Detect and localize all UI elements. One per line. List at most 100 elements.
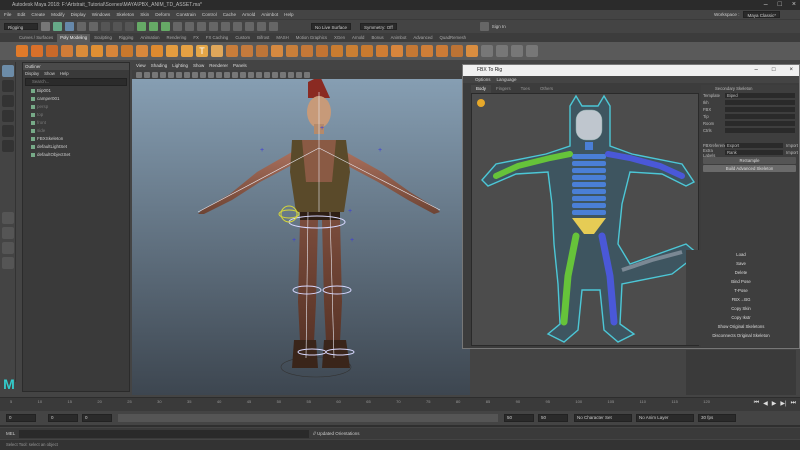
outliner-item[interactable]: front — [31, 119, 129, 127]
tab-body[interactable]: Body — [471, 85, 492, 93]
viewport-menu-renderer[interactable]: Renderer — [209, 62, 228, 70]
shelf-tab-fx[interactable]: FX — [190, 34, 202, 42]
select-component-icon[interactable] — [125, 22, 134, 31]
rig-action-button[interactable]: Save — [688, 260, 794, 268]
poly-sphere-icon[interactable] — [16, 45, 28, 57]
outliner-item[interactable]: Bip001 — [31, 87, 129, 95]
outliner-item[interactable]: FBXSkeleton — [31, 135, 129, 143]
shelf-tab-quadremesh[interactable]: QuadRemesh — [437, 34, 470, 42]
shelf-tab-sculpting[interactable]: Sculpting — [91, 34, 115, 42]
select-hierarchy-icon[interactable] — [101, 22, 110, 31]
menu-item-skin[interactable]: Skin — [140, 12, 149, 17]
render-view-icon[interactable] — [245, 22, 254, 31]
shelf-tab-arnold[interactable]: Arnold — [349, 34, 367, 42]
menu-item-arnold[interactable]: Arnold — [242, 12, 255, 17]
smooth-icon[interactable] — [256, 45, 268, 57]
snap-surface-icon[interactable] — [173, 22, 182, 31]
menu-item-edit[interactable]: Edit — [17, 12, 25, 17]
live-surface-dropdown[interactable]: No Live Surface — [311, 23, 352, 30]
quad-draw-icon[interactable] — [421, 45, 433, 57]
rig-action-button[interactable]: FBX→BG — [688, 296, 794, 304]
viewport-menu-view[interactable]: View — [136, 62, 146, 70]
symmetry-dropdown[interactable]: Symmetry: Off — [360, 23, 397, 30]
multi-cut-icon[interactable] — [376, 45, 388, 57]
smooth-shade-icon[interactable] — [224, 71, 230, 78]
rig-action-button[interactable]: Copy Skin — [688, 305, 794, 313]
menu-item-deform[interactable]: Deform — [155, 12, 170, 17]
shelf-tab-custom[interactable]: Custom — [232, 34, 253, 42]
rig-action-button[interactable]: Load — [688, 251, 794, 259]
target-weld-icon[interactable] — [391, 45, 403, 57]
maximize-icon[interactable]: □ — [778, 0, 782, 10]
time-slider[interactable]: 5 10 15 20 25 30 35 40 45 50 55 60 65 70 75 80 85 90 95 100… — [0, 397, 800, 411]
poly-cone-icon[interactable] — [61, 45, 73, 57]
render-settings-icon[interactable] — [221, 22, 230, 31]
xray-components-icon[interactable] — [304, 71, 310, 78]
user-icon[interactable] — [479, 22, 489, 31]
extra-labels-dropdown[interactable]: Rank — [725, 150, 784, 155]
snap-point-icon[interactable] — [161, 22, 170, 31]
extra-labels-import-button[interactable]: Import — [786, 150, 798, 155]
rig-minimize-icon[interactable]: – — [755, 65, 758, 76]
boolean-icon[interactable] — [271, 45, 283, 57]
rig-field-input[interactable] — [725, 121, 795, 126]
shelf-tab-rendering[interactable]: Rendering — [164, 34, 190, 42]
rig-field-input[interactable]: Biped — [725, 93, 795, 98]
input-line-icon[interactable] — [269, 22, 278, 31]
menu-item-skeleton[interactable]: Skeleton — [116, 12, 134, 17]
outliner-item[interactable]: top — [31, 111, 129, 119]
rig-field-input[interactable] — [725, 128, 795, 133]
menu-item-windows[interactable]: Windows — [92, 12, 111, 17]
delete-icon[interactable] — [526, 45, 538, 57]
rig-field-input[interactable] — [725, 107, 795, 112]
tab-others[interactable]: Others — [535, 85, 558, 93]
extrude-icon[interactable] — [301, 45, 313, 57]
outliner-item[interactable]: camper001 — [31, 95, 129, 103]
isolate-select-icon[interactable] — [280, 71, 286, 78]
current-frame-field[interactable]: 0 — [82, 414, 112, 422]
menu-item-control[interactable]: Control — [202, 12, 217, 17]
shelf-tab-rigging[interactable]: Rigging — [116, 34, 137, 42]
arnold-render-icon[interactable] — [257, 22, 266, 31]
menu-item-create[interactable]: Create — [31, 12, 45, 17]
outliner-layout-icon[interactable] — [2, 257, 14, 269]
bookmark-icon[interactable] — [152, 71, 158, 78]
center-pivot-icon[interactable] — [481, 45, 493, 57]
command-input[interactable] — [19, 429, 310, 438]
fbx-reference-import-button[interactable]: Import — [786, 143, 798, 148]
menu-item-cache[interactable]: Cache — [223, 12, 236, 17]
shelf-tab-curves[interactable]: Curves / Surfaces — [16, 34, 56, 42]
delete-history-icon[interactable] — [451, 45, 463, 57]
resolution-gate-icon[interactable] — [184, 71, 190, 78]
hypershade-icon[interactable] — [233, 22, 242, 31]
outliner-menu-show[interactable]: Show — [44, 70, 55, 77]
resample-button[interactable]: ReSample — [703, 157, 796, 164]
pyramid-icon[interactable] — [136, 45, 148, 57]
poly-disc-icon[interactable] — [106, 45, 118, 57]
menu-item-display[interactable]: Display — [71, 12, 86, 17]
menu-item-file[interactable]: File — [4, 12, 11, 17]
viewport-menu-panels[interactable]: Panels — [233, 62, 247, 70]
type-tool-icon[interactable]: T — [196, 45, 208, 57]
start-frame-field[interactable]: 0 — [6, 414, 36, 422]
menu-item-help[interactable]: Help — [284, 12, 293, 17]
rig-field-input[interactable] — [725, 114, 795, 119]
poly-cylinder-icon[interactable] — [46, 45, 58, 57]
shelf-tab-motion-graphics[interactable]: Motion Graphics — [293, 34, 330, 42]
shadows-icon[interactable] — [248, 71, 254, 78]
shelf-tab-advanced[interactable]: Advanced — [410, 34, 435, 42]
lasso-tool-icon[interactable] — [2, 80, 14, 92]
shelf-tab-mash[interactable]: MASH — [273, 34, 291, 42]
anti-aliasing-icon[interactable] — [272, 71, 278, 78]
mode-dropdown[interactable]: Rigging — [4, 23, 38, 30]
go-to-end-icon[interactable]: ⏭ — [791, 400, 796, 407]
menu-item-animbot[interactable]: Animbot — [261, 12, 278, 17]
rig-action-button[interactable]: Show Original Skeletons — [688, 323, 794, 331]
xray-joints-icon[interactable] — [296, 71, 302, 78]
scale-tool-icon[interactable] — [2, 140, 14, 152]
render-icon[interactable] — [197, 22, 206, 31]
wireframe-icon[interactable] — [216, 71, 222, 78]
poly-cube-icon[interactable] — [31, 45, 43, 57]
tab-fingers[interactable]: Fingers — [491, 85, 516, 93]
lock-camera-icon[interactable] — [144, 71, 150, 78]
